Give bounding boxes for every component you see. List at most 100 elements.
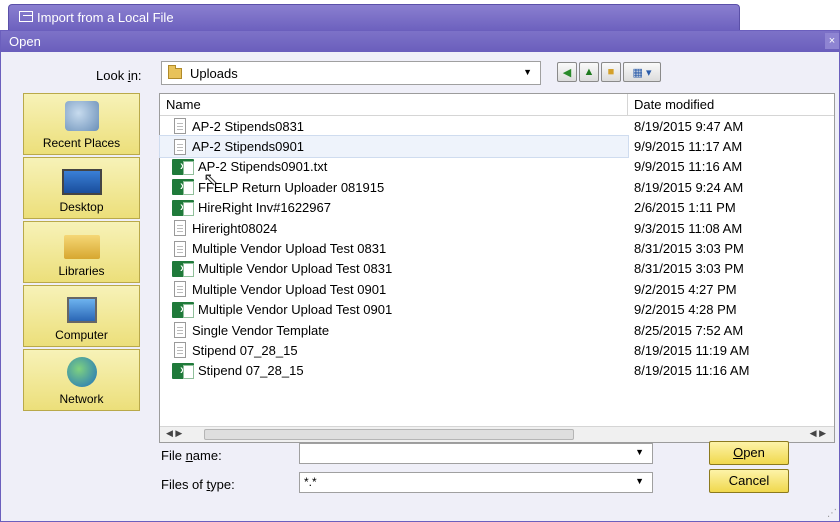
file-name-cell[interactable]: Stipend 07_28_15 — [160, 340, 628, 360]
file-date-cell: 8/19/2015 11:19 AM — [634, 342, 750, 358]
file-name-cell[interactable]: Hireright08024 — [160, 218, 628, 238]
chevron-down-icon[interactable]: ▼ — [635, 447, 644, 457]
text-file-icon — [174, 220, 186, 237]
open-dialog: Open × Look in: Uploads ▼ ◀ ▲ ■ ▦ ▾ Rece… — [0, 30, 840, 522]
file-date-cell: 9/2/2015 4:28 PM — [634, 302, 737, 318]
file-row[interactable]: Hireright08024 9/3/2015 11:08 AM — [160, 218, 834, 238]
close-icon[interactable]: × — [825, 33, 839, 49]
column-header-date-modified[interactable]: Date modified — [628, 94, 834, 115]
file-row[interactable]: Stipend 07_28_15 8/19/2015 11:19 AM — [160, 340, 834, 360]
place-label: Network — [59, 392, 104, 406]
file-name-cell[interactable]: x Multiple Vendor Upload Test 0831 — [160, 259, 628, 279]
file-row[interactable]: Single Vendor Template 8/25/2015 7:52 AM — [160, 320, 834, 340]
file-row[interactable]: x Multiple Vendor Upload Test 0901 9/2/201… — [160, 300, 834, 320]
look-in-label: Look in: — [96, 68, 142, 83]
place-label: Desktop — [59, 200, 104, 214]
file-name-text: HireRight Inv#1622967 — [198, 200, 331, 216]
desktop-icon — [61, 169, 102, 195]
file-date-cell: 9/9/2015 11:17 AM — [634, 139, 743, 155]
file-name-cell[interactable]: AP-2 Stipends0901 — [159, 135, 629, 158]
file-name-text: Single Vendor Template — [192, 322, 330, 338]
resize-grip-icon[interactable]: ⋰ — [827, 508, 837, 519]
excel-file-icon: x — [172, 199, 194, 216]
view-menu-icon[interactable]: ▦ ▾ — [623, 62, 661, 82]
open-button[interactable]: Open — [709, 441, 789, 465]
file-name-text: Multiple Vendor Upload Test 0901 — [192, 281, 387, 297]
place-computer[interactable]: Computer — [23, 285, 140, 347]
file-row[interactable]: Multiple Vendor Upload Test 0901 9/2/2015… — [160, 279, 834, 299]
file-name-cell[interactable]: x AP-2 Stipends0901.txt — [160, 157, 628, 177]
column-header-name[interactable]: Name — [160, 94, 628, 115]
file-list-header: Name Date modified — [160, 94, 834, 116]
look-in-value: Uploads — [190, 65, 238, 81]
folder-icon — [168, 64, 182, 79]
scrollbar-thumb[interactable] — [204, 429, 574, 440]
file-rows: AP-2 Stipends0831 8/19/2015 9:47 AM AP-2 S… — [159, 116, 834, 381]
file-date-cell: 8/31/2015 3:03 PM — [634, 241, 744, 257]
file-name-cell[interactable]: AP-2 Stipends0831 — [160, 116, 628, 136]
new-folder-icon[interactable]: ■ — [601, 62, 621, 82]
text-file-icon — [174, 240, 186, 257]
file-row[interactable]: x AP-2 Stipends0901.txt 9/9/2015 11:16 AM — [160, 157, 834, 177]
files-of-type-dropdown[interactable]: *.* ▼ — [299, 472, 653, 493]
file-row[interactable]: Multiple Vendor Upload Test 0831 8/31/201… — [160, 238, 834, 258]
file-name-cell[interactable]: Multiple Vendor Upload Test 0901 — [160, 279, 628, 299]
import-icon — [19, 11, 33, 22]
file-name-cell[interactable]: Single Vendor Template — [160, 320, 628, 340]
file-name-cell[interactable]: Multiple Vendor Upload Test 0831 — [160, 238, 628, 258]
file-row[interactable]: AP-2 Stipends0901 9/9/2015 11:17 AM — [159, 135, 834, 158]
places-bar: Recent Places Desktop Libraries Computer… — [23, 93, 140, 413]
file-name-text: FFELP Return Uploader 081915 — [198, 179, 385, 195]
file-date-cell: 9/3/2015 11:08 AM — [634, 220, 743, 236]
chevron-down-icon[interactable]: ▼ — [523, 67, 532, 77]
file-list[interactable]: Name Date modified AP-2 Stipends0831 8/19… — [159, 93, 835, 443]
file-name-cell[interactable]: x Stipend 07_28_15 — [160, 361, 628, 381]
dialog-title: Open — [9, 34, 41, 49]
place-libraries[interactable]: Libraries — [23, 221, 140, 283]
file-name-input[interactable]: ▼ — [299, 443, 653, 464]
file-date-cell: 9/9/2015 11:16 AM — [634, 159, 743, 175]
file-name-text: Hireright08024 — [192, 220, 278, 236]
cancel-button[interactable]: Cancel — [709, 469, 789, 493]
text-file-icon — [174, 118, 186, 135]
file-date-cell: 8/19/2015 11:16 AM — [634, 363, 750, 379]
file-name-cell[interactable]: x FFELP Return Uploader 081915 — [160, 177, 628, 197]
place-network[interactable]: Network — [23, 349, 140, 411]
dialog-toolbar: ◀ ▲ ■ ▦ ▾ — [557, 62, 661, 82]
mouse-cursor-icon: ⇖ — [203, 169, 219, 189]
libraries-icon — [63, 235, 100, 259]
file-row[interactable]: AP-2 Stipends0831 8/19/2015 9:47 AM — [160, 116, 834, 136]
excel-file-icon: x — [172, 301, 194, 318]
look-in-dropdown[interactable]: Uploads ▼ — [161, 61, 541, 85]
file-date-cell: 8/19/2015 9:47 AM — [634, 118, 744, 134]
text-file-icon — [174, 342, 186, 359]
file-row[interactable]: x FFELP Return Uploader 081915 8/19/2015 9… — [160, 177, 834, 197]
file-date-cell: 9/2/2015 4:27 PM — [634, 281, 737, 297]
chevron-down-icon[interactable]: ▼ — [635, 476, 644, 486]
file-row[interactable]: x HireRight Inv#1622967 2/6/2015 1:11 PM — [160, 198, 834, 218]
network-icon — [66, 357, 97, 387]
import-local-file-tab[interactable]: Import from a Local File — [8, 4, 740, 32]
file-row[interactable]: x Stipend 07_28_15 8/19/2015 11:16 AM — [160, 361, 834, 381]
scroll-left-icon[interactable]: ◀ ▶ — [166, 428, 182, 439]
import-tab-title: Import from a Local File — [37, 10, 174, 25]
file-name-label: File name: — [161, 448, 222, 463]
back-icon[interactable]: ◀ — [557, 62, 577, 82]
scroll-right-icon[interactable]: ◀ ▶ — [810, 428, 826, 439]
file-date-cell: 8/25/2015 7:52 AM — [634, 322, 744, 338]
place-label: Recent Places — [42, 136, 121, 150]
text-file-icon — [174, 322, 186, 339]
file-name-cell[interactable]: x Multiple Vendor Upload Test 0901 — [160, 300, 628, 320]
file-name-text: AP-2 Stipends0831 — [192, 118, 305, 134]
excel-file-icon: x — [172, 179, 194, 196]
place-recent-places[interactable]: Recent Places — [23, 93, 140, 155]
file-date-cell: 8/31/2015 3:03 PM — [634, 261, 744, 277]
recent-places-icon — [64, 101, 99, 131]
place-desktop[interactable]: Desktop — [23, 157, 140, 219]
file-name-text: Multiple Vendor Upload Test 0831 — [192, 241, 387, 257]
file-name-cell[interactable]: x HireRight Inv#1622967 — [160, 198, 628, 218]
excel-file-icon: x — [172, 158, 194, 175]
horizontal-scrollbar[interactable]: ◀ ▶ ◀ ▶ — [160, 426, 834, 442]
file-row[interactable]: x Multiple Vendor Upload Test 0831 8/31/20… — [160, 259, 834, 279]
up-folder-icon[interactable]: ▲ — [579, 62, 599, 82]
